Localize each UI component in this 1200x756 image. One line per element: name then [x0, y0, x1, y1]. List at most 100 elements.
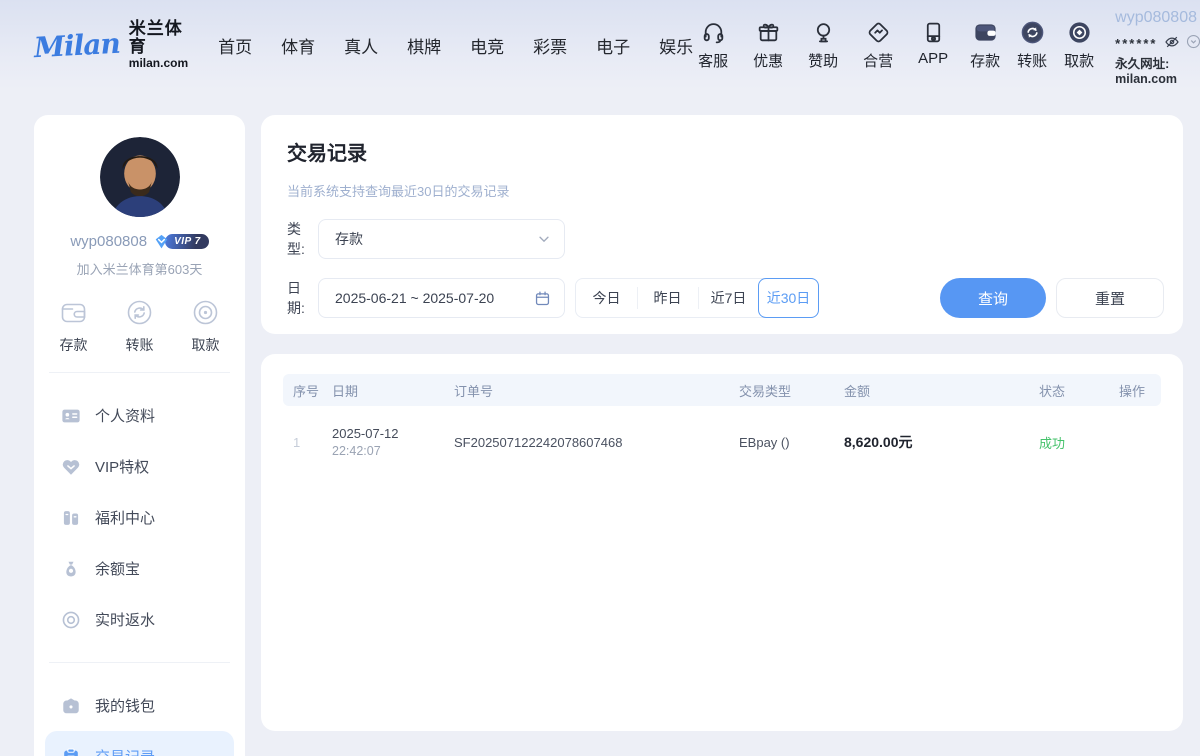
- sidebar-username: wyp080808: [70, 233, 147, 250]
- row-amount: 8,620.00元: [844, 432, 1039, 452]
- topbar: Milan 米兰体育 milan.com 首页 体育 真人 棋牌 电竞 彩票 电…: [0, 0, 1200, 90]
- range-30days-button[interactable]: 近30日: [758, 278, 819, 318]
- logo-cn-text: 米兰体育: [129, 20, 188, 57]
- sidebar-item-benefits[interactable]: 福利中心: [45, 492, 234, 543]
- permanent-url: 永久网址: milan.com: [1115, 53, 1200, 86]
- nav-item-slots[interactable]: 电子: [596, 33, 630, 58]
- transfer-button[interactable]: 转账: [1012, 20, 1052, 71]
- main-content: 交易记录 当前系统支持查询最近30日的交易记录 类型: 存款 日期: 2025-…: [261, 115, 1183, 731]
- topbar-quick-icons: 客服 优惠 赞助 合营: [693, 20, 953, 71]
- divider: [49, 662, 230, 663]
- sidebar-avatar[interactable]: [100, 137, 180, 217]
- withdraw-outline-icon: [191, 298, 220, 327]
- nav-item-entertainment[interactable]: 娱乐: [659, 33, 693, 58]
- affiliate-button[interactable]: 合营: [858, 20, 898, 71]
- sidebar-item-wallet[interactable]: 我的钱包: [45, 680, 234, 731]
- type-select-value: 存款: [335, 229, 363, 249]
- logo-script-text: Milan: [33, 26, 120, 63]
- sidebar: wyp080808 VIP 7 加入米兰体育第603天 存款: [34, 115, 245, 756]
- balance-expand-icon[interactable]: [1186, 34, 1200, 49]
- row-index: 1: [293, 435, 332, 450]
- gift-icon: [756, 20, 781, 45]
- nav-item-esports[interactable]: 电竞: [470, 33, 504, 58]
- sidebar-deposit-button[interactable]: 存款: [59, 298, 88, 355]
- headset-icon: [701, 20, 726, 45]
- date-filter-row: 日期: 2025-06-21 ~ 2025-07-20 今日 昨日 近7日 近3…: [287, 278, 1164, 318]
- wallet-outline-icon: [59, 298, 88, 327]
- sidebar-item-rebate[interactable]: 实时返水: [45, 594, 234, 645]
- benefits-icon: [61, 508, 81, 528]
- promotions-button[interactable]: 优惠: [748, 20, 788, 71]
- type-select[interactable]: 存款: [318, 219, 565, 259]
- chevron-down-icon: [537, 232, 551, 246]
- row-date: 2025-07-12 22:42:07: [332, 426, 454, 458]
- row-status: 成功: [1039, 433, 1119, 452]
- handshake-icon: [866, 20, 891, 45]
- row-order-number: SF202507122242078607468: [454, 435, 739, 450]
- deposit-icon: [973, 20, 998, 45]
- avatar-image-icon: [100, 137, 180, 217]
- membership-days-text: 加入米兰体育第603天: [45, 259, 234, 278]
- nav-item-lottery[interactable]: 彩票: [533, 33, 567, 58]
- id-card-icon: [61, 406, 81, 426]
- sidebar-item-vip[interactable]: VIP特权: [45, 441, 234, 492]
- page-subtitle: 当前系统支持查询最近30日的交易记录: [287, 181, 1164, 200]
- table-row: 1 2025-07-12 22:42:07 SF2025071222420786…: [283, 412, 1161, 472]
- sidebar-item-profile[interactable]: 个人资料: [45, 390, 234, 441]
- topbar-wallet-icons: 存款 转账 取款: [965, 20, 1099, 71]
- nav-item-cards[interactable]: 棋牌: [407, 33, 441, 58]
- nav-item-live[interactable]: 真人: [344, 33, 378, 58]
- sidebar-transfer-button[interactable]: 转账: [125, 298, 154, 355]
- nav-item-sports[interactable]: 体育: [281, 33, 315, 58]
- divider: [49, 372, 230, 373]
- query-button[interactable]: 查询: [940, 278, 1046, 318]
- date-range-value: 2025-06-21 ~ 2025-07-20: [335, 290, 494, 306]
- withdraw-button[interactable]: 取款: [1059, 20, 1099, 71]
- col-status: 状态: [1039, 381, 1119, 400]
- vip-badge-icon: [61, 457, 81, 477]
- customer-service-button[interactable]: 客服: [693, 20, 733, 71]
- calendar-icon: [534, 290, 551, 307]
- date-range-presets: 今日 昨日 近7日 近30日: [575, 278, 819, 318]
- sponsorship-button[interactable]: 赞助: [803, 20, 843, 71]
- date-label: 日期:: [287, 278, 318, 318]
- app-download-button[interactable]: APP: [913, 20, 953, 71]
- transactions-table-card: 序号 日期 订单号 交易类型 金额 状态 操作 1 2025-07-12 22:…: [261, 354, 1183, 731]
- filter-card: 交易记录 当前系统支持查询最近30日的交易记录 类型: 存款 日期: 2025-…: [261, 115, 1183, 334]
- trophy-icon: [811, 20, 836, 45]
- sidebar-item-transactions[interactable]: 交易记录: [45, 731, 234, 756]
- page-title: 交易记录: [287, 137, 1164, 166]
- range-today-button[interactable]: 今日: [576, 278, 637, 318]
- wallet2-icon: [61, 696, 81, 716]
- page-layout: wyp080808 VIP 7 加入米兰体育第603天 存款: [0, 90, 1200, 731]
- transfer-icon: [1020, 20, 1045, 45]
- date-range-input[interactable]: 2025-06-21 ~ 2025-07-20: [318, 278, 565, 318]
- deposit-button[interactable]: 存款: [965, 20, 1005, 71]
- sidebar-withdraw-button[interactable]: 取款: [191, 298, 220, 355]
- table-header-row: 序号 日期 订单号 交易类型 金额 状态 操作: [283, 374, 1161, 406]
- col-date: 日期: [332, 381, 454, 400]
- sidebar-vip-badge: VIP 7: [154, 234, 209, 249]
- type-label: 类型:: [287, 219, 318, 259]
- nav-item-home[interactable]: 首页: [218, 33, 252, 58]
- moneybag-icon: [61, 559, 81, 579]
- col-type: 交易类型: [739, 381, 844, 400]
- col-action: 操作: [1119, 381, 1151, 400]
- topbar-user-block: wyp080808 VIP 7 ****** 永久网址: mila: [1115, 5, 1200, 86]
- site-logo[interactable]: Milan 米兰体育 milan.com: [34, 20, 188, 71]
- reset-button[interactable]: 重置: [1056, 278, 1164, 318]
- eye-off-icon[interactable]: [1164, 34, 1180, 50]
- records-icon: [61, 747, 81, 756]
- vip-diamond-icon: [154, 234, 169, 249]
- topbar-username[interactable]: wyp080808: [1115, 9, 1197, 27]
- sidebar-item-yuebao[interactable]: 余额宝: [45, 543, 234, 594]
- col-amount: 金额: [844, 381, 1039, 400]
- range-yesterday-button[interactable]: 昨日: [637, 278, 698, 318]
- transfer-outline-icon: [125, 298, 154, 327]
- sidebar-quick-actions: 存款 转账 取款: [59, 298, 220, 355]
- col-order: 订单号: [454, 381, 739, 400]
- logo-domain-text: milan.com: [129, 57, 188, 70]
- range-7days-button[interactable]: 近7日: [698, 278, 759, 318]
- vip-level-pill: VIP 7: [165, 234, 209, 249]
- row-transaction-type: EBpay (): [739, 435, 844, 450]
